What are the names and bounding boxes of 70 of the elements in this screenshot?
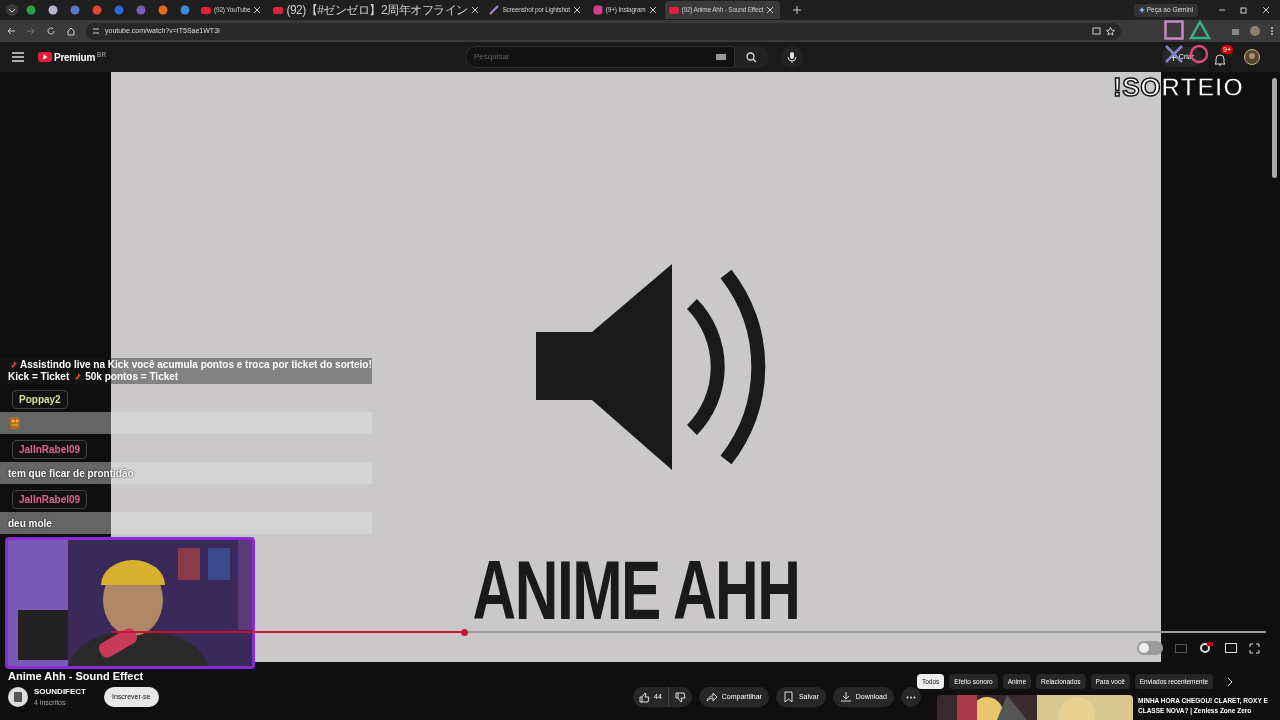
scrollbar-thumb[interactable] — [1272, 78, 1277, 178]
bell-icon[interactable] — [1214, 53, 1226, 66]
fullscreen-icon[interactable] — [1249, 642, 1260, 654]
tab-favicon[interactable] — [26, 5, 36, 15]
scrubber-handle[interactable] — [460, 628, 468, 636]
close-icon[interactable] — [648, 6, 657, 14]
search-placeholder: Pesquisar — [473, 51, 511, 63]
youtube-logo-icon[interactable] — [38, 52, 52, 62]
tab-favicon — [592, 5, 603, 15]
chat-username: JalInRabel09 — [12, 490, 88, 509]
back-icon[interactable] — [6, 26, 16, 36]
bookmark-icon — [782, 691, 795, 703]
bookmark-star-icon[interactable] — [1106, 26, 1115, 36]
restore-icon[interactable] — [1240, 6, 1248, 14]
tab-favicon[interactable] — [158, 5, 168, 15]
tab-list-icon[interactable] — [5, 3, 19, 17]
new-tab-icon[interactable] — [792, 5, 803, 15]
channel-name[interactable]: SOUNDIFECT — [34, 686, 86, 698]
forward-icon[interactable] — [26, 26, 36, 36]
avatar-icon[interactable] — [1244, 49, 1260, 65]
tab-favicon — [668, 5, 679, 15]
download-icon — [839, 691, 852, 703]
close-icon[interactable] — [253, 6, 262, 14]
close-icon[interactable] — [471, 6, 480, 14]
menu-icon[interactable] — [12, 52, 24, 62]
video-title-art: ANIME AHH — [472, 548, 800, 632]
chat-message: Kick = Ticket — [8, 371, 70, 383]
more-actions-button[interactable] — [900, 687, 921, 707]
thumbs-down-icon — [674, 691, 686, 703]
chat-username: JalInRabel09 — [12, 440, 88, 459]
chat-username: Poppay2 — [12, 390, 68, 409]
share-icon — [705, 691, 718, 703]
more-icon — [905, 695, 916, 699]
sparkle-icon — [1138, 7, 1145, 13]
close-icon[interactable] — [766, 6, 775, 14]
subtitles-icon[interactable] — [1175, 643, 1187, 653]
channel-avatar-icon[interactable] — [8, 687, 28, 708]
extension-icon[interactable] — [1231, 26, 1240, 36]
browser-tab[interactable]: (92)【#ゼンゼロ】2周年オフライン — [269, 1, 484, 19]
chevron-right-icon[interactable] — [1226, 676, 1235, 687]
tab-favicon — [273, 5, 284, 15]
theater-mode-icon[interactable] — [1225, 643, 1237, 653]
home-icon[interactable] — [66, 26, 76, 36]
install-icon[interactable] — [1092, 26, 1101, 36]
logo-text[interactable]: Premium — [54, 49, 96, 65]
profile-avatar-icon[interactable] — [1250, 26, 1260, 36]
search-button[interactable] — [734, 46, 769, 68]
tab-favicon — [201, 5, 211, 15]
keyboard-icon[interactable] — [715, 54, 726, 60]
video-title: Anime Ahh - Sound Effect — [8, 670, 144, 683]
feather-icon — [489, 5, 500, 15]
close-icon[interactable] — [1262, 6, 1270, 14]
tab-favicon[interactable] — [92, 5, 102, 15]
close-icon[interactable] — [572, 6, 581, 14]
settings-icon[interactable] — [1199, 642, 1213, 654]
plus-icon — [1169, 53, 1177, 61]
tab-favicon[interactable] — [48, 5, 58, 15]
square-icon — [1164, 20, 1184, 40]
reload-icon[interactable] — [46, 26, 56, 36]
search-icon — [746, 51, 758, 63]
tab-favicon[interactable] — [180, 5, 190, 15]
chat-message: deu mole — [8, 516, 52, 531]
triangle-icon — [1189, 20, 1211, 40]
microphone-icon[interactable] — [780, 46, 803, 68]
minimize-icon[interactable] — [1218, 6, 1226, 14]
emote-icon — [8, 416, 22, 430]
more-icon[interactable] — [1270, 26, 1274, 36]
tab-favicon[interactable] — [70, 5, 80, 15]
site-info-icon[interactable] — [92, 27, 100, 35]
thumbs-up-icon — [639, 691, 650, 703]
